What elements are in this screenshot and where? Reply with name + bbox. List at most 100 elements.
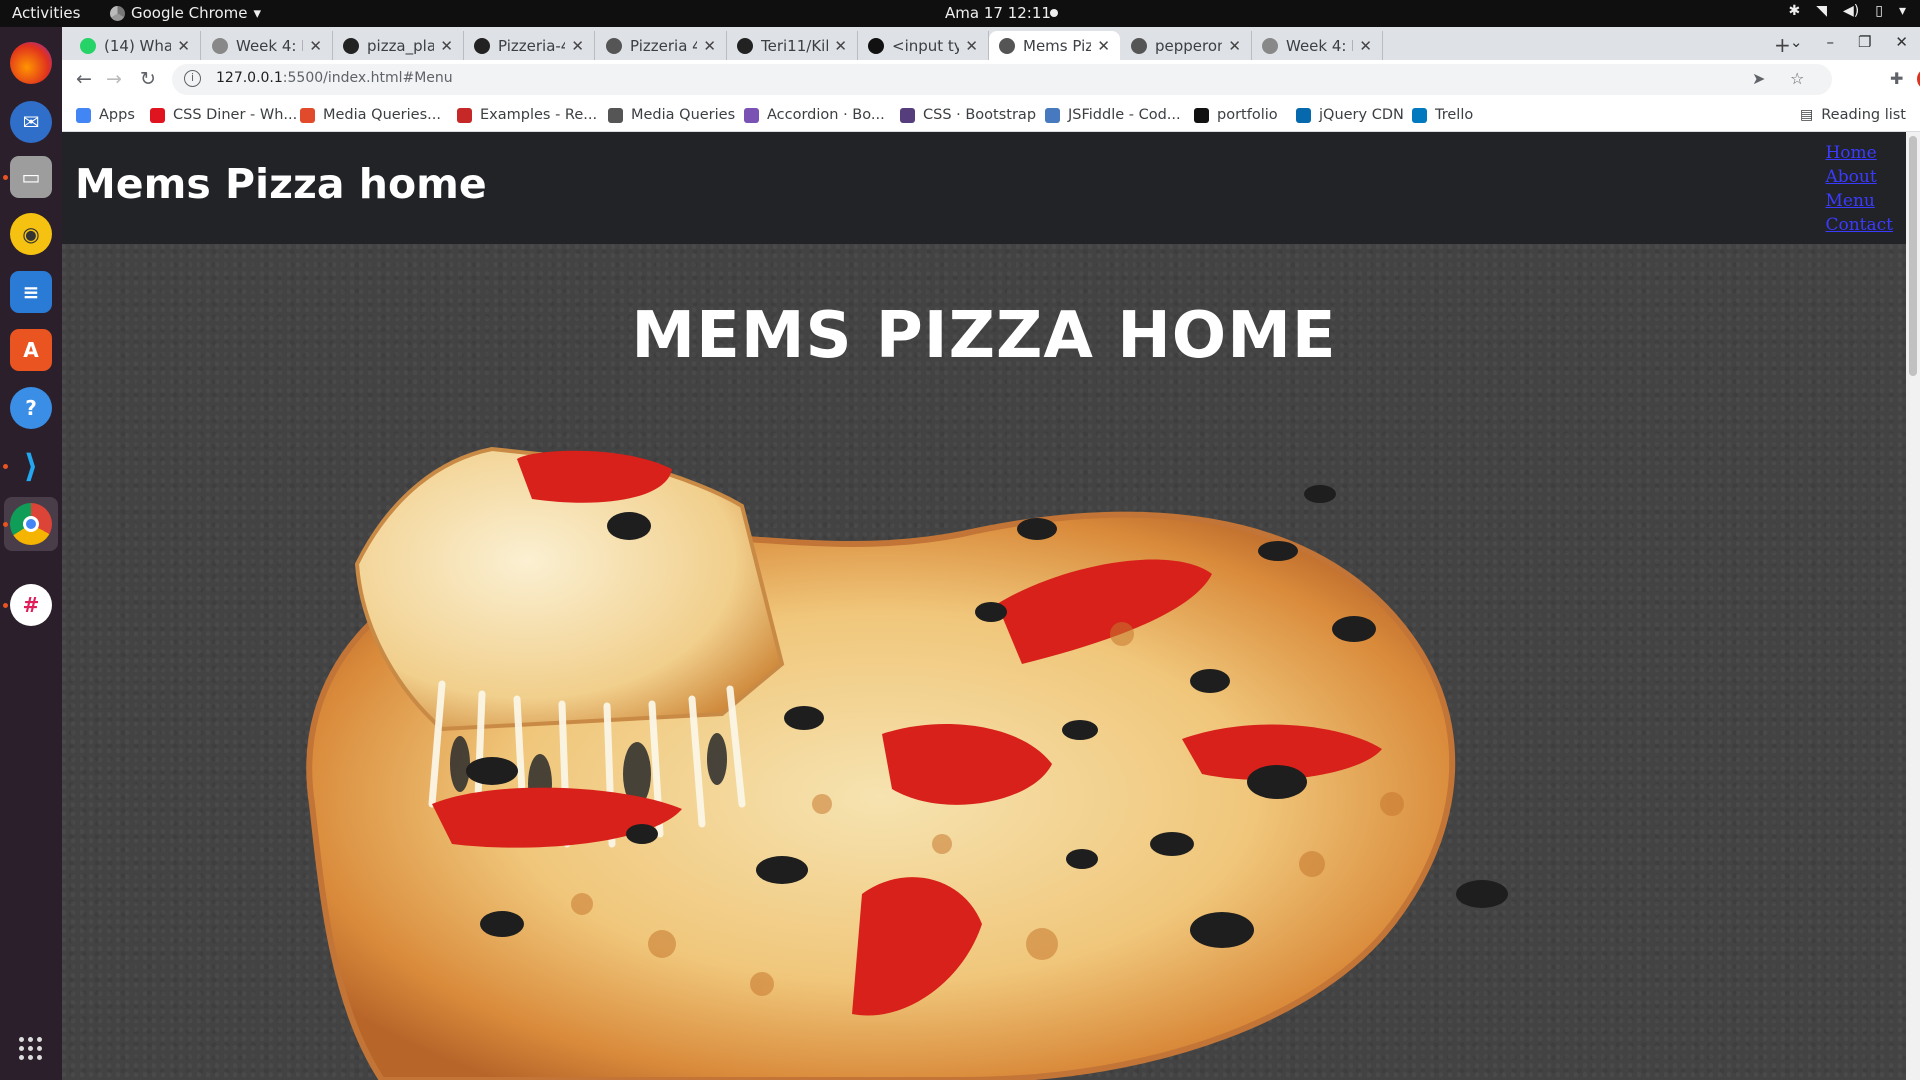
- close-tab-icon[interactable]: ✕: [440, 37, 453, 55]
- back-button[interactable]: ←: [76, 68, 92, 90]
- bookmark-item[interactable]: jQuery CDN: [1296, 107, 1404, 123]
- tab[interactable]: pizza_place/sc ✕: [333, 31, 464, 60]
- tab-title: (14) WhatsApp: [104, 36, 172, 55]
- close-tab-icon[interactable]: ✕: [309, 37, 322, 55]
- bootstrap-icon: [744, 107, 759, 123]
- chevron-down-icon: ▾: [253, 4, 262, 22]
- tab-active[interactable]: Mems Pizza ho ✕: [989, 31, 1120, 60]
- system-tray[interactable]: ✱ ◥ ◀) ▯ ▾: [1789, 3, 1907, 19]
- tab-title: Mems Pizza ho: [1023, 36, 1092, 55]
- site-info-icon[interactable]: i: [184, 70, 201, 87]
- help-icon[interactable]: ?: [10, 387, 52, 429]
- clock[interactable]: Ama 17 12:11: [945, 4, 1051, 22]
- rhythmbox-icon[interactable]: ◉: [10, 213, 52, 255]
- nav-link-home[interactable]: Home: [1825, 143, 1893, 163]
- bookmark-item[interactable]: Examples - Re...: [457, 107, 597, 123]
- bookmark-label: CSS Diner - Wh...: [173, 107, 298, 123]
- address-bar[interactable]: i 127.0.0.1:5500/index.html#Menu ➤ ☆: [172, 64, 1832, 95]
- close-tab-icon[interactable]: ✕: [1228, 37, 1241, 55]
- chrome-app-icon: [110, 5, 125, 21]
- bookmark-item[interactable]: CSS · Bootstrap: [900, 107, 1036, 123]
- app-menu[interactable]: Google Chrome ▾: [110, 4, 261, 22]
- power-menu-chevron-icon[interactable]: ▾: [1899, 3, 1906, 19]
- close-tab-icon[interactable]: ✕: [703, 37, 716, 55]
- close-tab-icon[interactable]: ✕: [834, 37, 847, 55]
- system-top-bar: Activities Google Chrome ▾ Ama 17 12:11 …: [0, 0, 1920, 27]
- tab[interactable]: (14) WhatsApp ✕: [70, 31, 201, 60]
- github-icon: [737, 37, 753, 54]
- close-tab-icon[interactable]: ✕: [177, 37, 190, 55]
- close-tab-icon[interactable]: ✕: [965, 37, 978, 55]
- bookmark-item[interactable]: Media Queries: [608, 107, 735, 123]
- bookmark-label: jQuery CDN: [1319, 107, 1404, 123]
- bookmark-label: Media Queries...: [323, 107, 441, 123]
- files-icon[interactable]: ▭: [10, 156, 52, 198]
- activities-button[interactable]: Activities: [12, 4, 80, 22]
- bookmark-item[interactable]: JSFiddle - Cod...: [1045, 107, 1181, 123]
- tab[interactable]: Week 4: Indep ✕: [202, 31, 333, 60]
- tab-search-chevron-icon[interactable]: ⌄: [1790, 33, 1803, 51]
- software-center-icon[interactable]: A: [10, 329, 52, 371]
- globe-icon: [1131, 37, 1147, 54]
- bookmark-star-icon[interactable]: ☆: [1790, 69, 1804, 88]
- slack-tray-icon[interactable]: ✱: [1789, 3, 1801, 19]
- url-text[interactable]: 127.0.0.1:5500/index.html#Menu: [216, 70, 453, 86]
- tab[interactable]: Teri11/Kiband ✕: [727, 31, 858, 60]
- jsfiddle-icon: [1045, 107, 1060, 123]
- forward-button[interactable]: →: [106, 68, 122, 90]
- battery-icon[interactable]: ▯: [1875, 3, 1883, 19]
- volume-icon[interactable]: ◀): [1843, 3, 1859, 19]
- tab[interactable]: Pizzeria-45/inc ✕: [464, 31, 595, 60]
- bookmark-item[interactable]: portfolio: [1194, 107, 1278, 123]
- bookmark-item[interactable]: CSS Diner - Wh...: [150, 107, 297, 123]
- running-indicator: [3, 464, 8, 469]
- nav-link-contact[interactable]: Contact: [1825, 215, 1893, 235]
- bookmark-item[interactable]: Trello: [1412, 107, 1473, 123]
- window-controls: ⌄ – ❐ ✕: [1790, 33, 1908, 51]
- close-tab-icon[interactable]: ✕: [1359, 37, 1372, 55]
- tab[interactable]: Pizzeria 45 ✕: [596, 31, 727, 60]
- wifi-icon[interactable]: ◥: [1816, 3, 1827, 19]
- globe-icon: [606, 37, 622, 54]
- bookmark-label: JSFiddle - Cod...: [1068, 107, 1181, 123]
- show-applications-icon[interactable]: [19, 1037, 42, 1060]
- close-tab-icon[interactable]: ✕: [1097, 37, 1110, 55]
- extensions-puzzle-icon[interactable]: ✚: [1890, 69, 1903, 88]
- writer-icon[interactable]: ≡: [10, 271, 52, 313]
- tab-title: Pizzeria-45/inc: [498, 36, 565, 55]
- vscode-icon[interactable]: ⟩: [10, 445, 52, 487]
- tab-title: Week 4: Indep: [1286, 36, 1353, 55]
- nav-link-about[interactable]: About: [1825, 167, 1893, 187]
- thunderbird-icon[interactable]: ✉: [10, 101, 52, 143]
- slack-icon[interactable]: #: [10, 584, 52, 626]
- trello-icon: [1412, 107, 1427, 123]
- bookmark-label: portfolio: [1217, 107, 1278, 123]
- tab[interactable]: Week 4: Indep ✕: [1252, 31, 1383, 60]
- close-tab-icon[interactable]: ✕: [571, 37, 584, 55]
- new-tab-button[interactable]: +: [1774, 33, 1791, 57]
- reading-list-button[interactable]: ▤ Reading list: [1800, 107, 1906, 123]
- reading-list-icon: ▤: [1800, 107, 1814, 123]
- tab[interactable]: pepperoni piz ✕: [1121, 31, 1252, 60]
- tab[interactable]: <input type="r ✕: [858, 31, 989, 60]
- bookmark-item[interactable]: Accordion · Bo...: [744, 107, 885, 123]
- bookmark-label: Media Queries: [631, 107, 736, 123]
- page-scrollbar[interactable]: [1906, 132, 1920, 1080]
- minimize-button[interactable]: –: [1826, 33, 1834, 51]
- github-icon: [474, 37, 490, 54]
- bookmark-item[interactable]: Apps: [76, 107, 135, 123]
- bookmark-item[interactable]: Media Queries...: [300, 107, 441, 123]
- site-title: Mems Pizza home: [75, 160, 487, 208]
- notification-dot-icon: [1050, 9, 1058, 17]
- bookmark-label: Accordion · Bo...: [767, 107, 885, 123]
- close-window-button[interactable]: ✕: [1895, 33, 1908, 51]
- send-tab-icon[interactable]: ➤: [1752, 69, 1765, 88]
- firefox-icon[interactable]: [10, 42, 52, 84]
- reload-button[interactable]: ↻: [140, 68, 156, 90]
- dock: ✉ ▭ ◉ ≡ A ? ⟩ #: [0, 27, 62, 1080]
- url-host: 127.0.0.1: [216, 70, 283, 86]
- nav-link-menu[interactable]: Menu: [1825, 191, 1893, 211]
- chrome-icon[interactable]: [10, 503, 52, 545]
- scrollbar-thumb[interactable]: [1909, 136, 1917, 376]
- restore-button[interactable]: ❐: [1858, 33, 1871, 51]
